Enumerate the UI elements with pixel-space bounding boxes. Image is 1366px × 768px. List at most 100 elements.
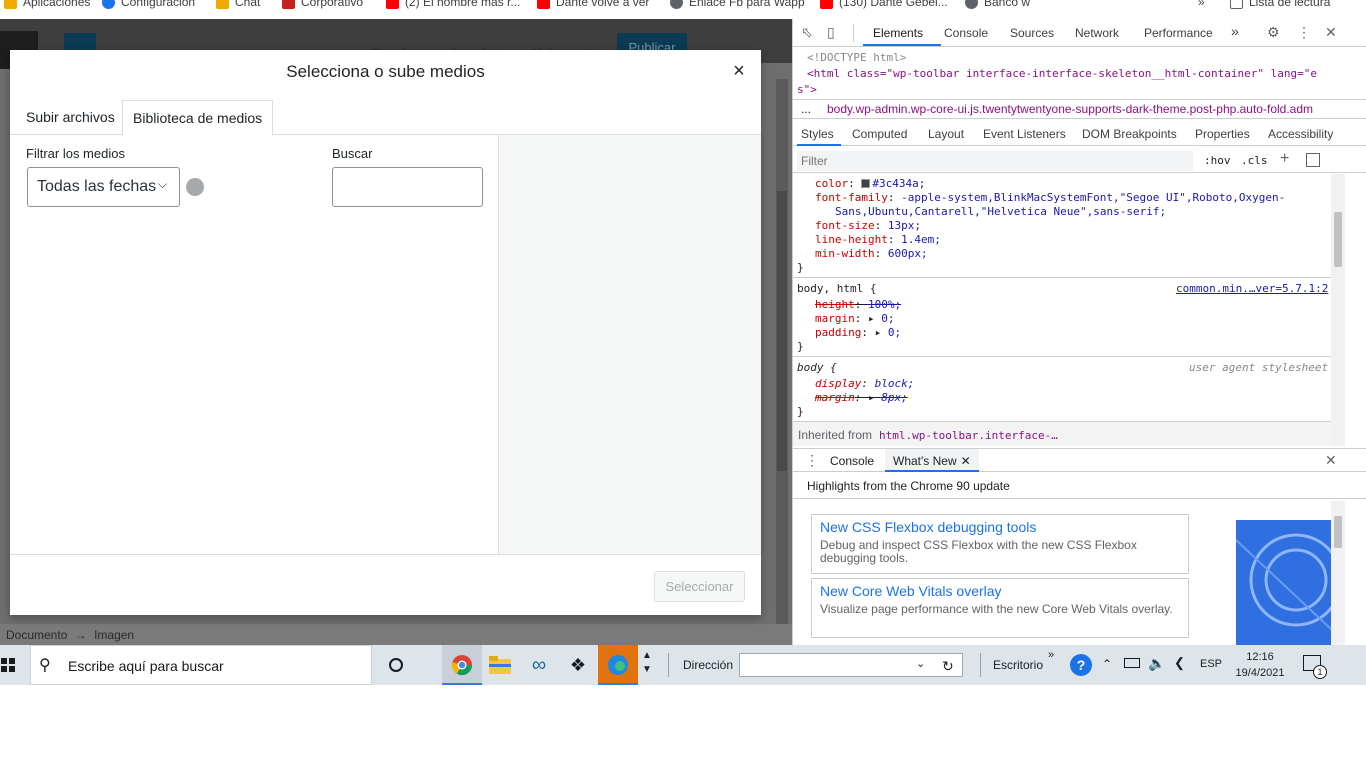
bookmark-banco[interactable]: Banco w xyxy=(965,0,1030,9)
inspect-element-icon[interactable]: ⬁ xyxy=(801,24,813,41)
bookmark-youtube-2[interactable]: Dante volvé a ver xyxy=(537,0,649,9)
drawer-menu-icon[interactable]: ⋮ xyxy=(805,452,819,469)
tab-sources[interactable]: Sources xyxy=(1010,26,1054,40)
css-decl-font-size[interactable]: font-size: 13px; xyxy=(815,219,921,232)
bookmarks-more-button[interactable]: » xyxy=(1198,0,1205,9)
clock[interactable]: 12:16 19/4/2021 xyxy=(1230,649,1290,681)
css-decl-padding[interactable]: padding: ▸ 0; xyxy=(815,326,901,339)
hov-toggle[interactable]: :hov xyxy=(1204,154,1231,167)
css-source-link[interactable]: common.min.…ver=5.7.1:2 xyxy=(1176,282,1328,295)
breadcrumb-body[interactable]: body.wp-admin.wp-core-ui.js.twentytwenty… xyxy=(827,102,1357,116)
css-selector-body-html[interactable]: body, html { xyxy=(797,282,876,295)
modal-title: Selecciona o sube medios xyxy=(286,62,485,81)
css-decl-margin[interactable]: margin: ▸ 0; xyxy=(815,312,895,325)
css-decl-color[interactable]: color: #3c434a; xyxy=(815,177,925,190)
whats-new-header: Highlights from the Chrome 90 update xyxy=(793,473,1366,499)
tab-performance[interactable]: Performance xyxy=(1144,26,1213,40)
chevron-down-icon[interactable]: ⌄ xyxy=(916,657,925,670)
arduino-icon[interactable]: ∞ xyxy=(527,653,551,677)
more-options-icon[interactable]: ⋮ xyxy=(1297,24,1311,41)
css-selector-body[interactable]: body { xyxy=(797,361,837,374)
search-input[interactable] xyxy=(332,167,483,207)
tab-styles[interactable]: Styles xyxy=(801,127,834,141)
gear-icon[interactable]: ⚙ xyxy=(1267,24,1280,41)
taskbar-chrome[interactable] xyxy=(442,645,482,685)
css-decl-min-width[interactable]: min-width: 600px; xyxy=(815,247,928,260)
css-decl-height[interactable]: height: 100%; xyxy=(815,298,901,311)
close-tab-icon[interactable]: ✕ xyxy=(961,454,971,468)
desktop-toolbar-label[interactable]: Escritorio xyxy=(993,658,1043,672)
address-toolbar-input[interactable]: ⌄ xyxy=(739,653,963,677)
css-decl-font-family[interactable]: font-family: -apple-system,BlinkMacSyste… xyxy=(815,191,1285,204)
color-swatch[interactable] xyxy=(861,179,871,188)
styles-filter-input[interactable] xyxy=(797,151,1193,171)
close-icon[interactable]: × xyxy=(728,60,750,82)
loading-spinner-icon xyxy=(186,178,204,196)
file-explorer-icon[interactable] xyxy=(488,653,512,677)
tab-computed[interactable]: Computed xyxy=(852,127,907,141)
chat-icon xyxy=(216,0,229,9)
feature-title[interactable]: New CSS Flexbox debugging tools xyxy=(820,519,1180,535)
feature-card[interactable]: New CSS Flexbox debugging tools Debug an… xyxy=(811,514,1189,574)
wp-scrollbar-thumb[interactable] xyxy=(777,191,787,471)
windows-start-icon[interactable] xyxy=(0,653,20,677)
dropbox-icon[interactable]: ❖ xyxy=(566,653,590,677)
tab-network[interactable]: Network xyxy=(1075,26,1119,40)
bookmark-youtube-3[interactable]: (130) Dante Gebel... xyxy=(820,0,948,9)
show-hidden-icons-icon[interactable]: ⌃ xyxy=(1102,657,1112,671)
new-rule-icon[interactable]: + xyxy=(1280,150,1289,168)
reading-list-button[interactable]: Lista de lectura xyxy=(1230,0,1330,9)
language-indicator[interactable]: ESP xyxy=(1200,658,1222,670)
tab-media-library[interactable]: Biblioteca de medios xyxy=(122,100,274,136)
taskbar-scroll-arrows[interactable]: ▲ ▼ xyxy=(640,649,654,681)
computed-sidebar-toggle-icon[interactable] xyxy=(1306,153,1320,167)
tab-event-listeners[interactable]: Event Listeners xyxy=(983,127,1066,141)
close-drawer-icon[interactable]: ✕ xyxy=(1325,452,1337,469)
bookmark-config[interactable]: Configuración xyxy=(102,0,195,9)
taskbar-search-box[interactable]: ⚲ Escribe aquí para buscar xyxy=(30,645,372,685)
tab-console[interactable]: Console xyxy=(944,26,988,40)
bookmark-apps[interactable]: Aplicaciones xyxy=(4,0,90,9)
css-decl-line-height[interactable]: line-height: 1.4em; xyxy=(815,233,941,246)
feature-card[interactable]: New Core Web Vitals overlay Visualize pa… xyxy=(811,578,1189,638)
tab-upload-files[interactable]: Subir archivos xyxy=(16,100,125,135)
select-button[interactable]: Seleccionar xyxy=(654,571,745,602)
dom-doctype[interactable]: <!DOCTYPE html> xyxy=(807,51,906,64)
tab-dom-breakpoints[interactable]: DOM Breakpoints xyxy=(1082,127,1177,141)
battery-icon[interactable] xyxy=(1124,658,1140,668)
taskbar-edge[interactable] xyxy=(598,645,638,685)
breadcrumb-image[interactable]: Imagen xyxy=(94,628,134,642)
task-view-icon[interactable] xyxy=(384,653,408,677)
filter-label: Filtrar los medios xyxy=(26,146,125,161)
attachment-details-sidebar xyxy=(498,135,761,555)
feature-title[interactable]: New Core Web Vitals overlay xyxy=(820,583,1180,599)
drawer-tab-whats-new[interactable]: What's New ✕ xyxy=(885,449,979,472)
dom-breadcrumb: ... body.wp-admin.wp-core-ui.js.twentytw… xyxy=(793,99,1366,119)
tab-properties[interactable]: Properties xyxy=(1195,127,1250,141)
device-toolbar-icon[interactable]: ▯ xyxy=(827,24,835,41)
styles-scrollbar-thumb[interactable] xyxy=(1334,212,1342,267)
toolbar-overflow-icon[interactable]: » xyxy=(1048,649,1054,661)
tab-accessibility[interactable]: Accessibility xyxy=(1268,127,1333,141)
tab-layout[interactable]: Layout xyxy=(928,127,964,141)
search-icon: ⚲ xyxy=(39,657,51,674)
notification-center-icon[interactable]: 1 xyxy=(1303,655,1327,679)
dom-html-tag[interactable]: <html class="wp-toolbar interface-interf… xyxy=(807,67,1317,80)
drawer-tab-console[interactable]: Console xyxy=(830,454,874,468)
bookmark-youtube-1[interactable]: (2) El hombre más r... xyxy=(386,0,520,9)
volume-icon[interactable]: 🔈 xyxy=(1148,655,1165,672)
inherited-from-link[interactable]: html.wp-toolbar.interface-… xyxy=(879,429,1058,442)
drawer-scrollbar-thumb[interactable] xyxy=(1334,516,1342,548)
close-icon[interactable]: ✕ xyxy=(1325,24,1337,41)
more-tabs-button[interactable]: » xyxy=(1231,23,1239,39)
wifi-icon[interactable]: ❮ xyxy=(1174,655,1185,671)
bookmark-corporativo[interactable]: Corporativo xyxy=(282,0,363,9)
devtools-panel: ⬁ ▯ Elements Console Sources Network Per… xyxy=(792,19,1366,645)
breadcrumb-document[interactable]: Documento xyxy=(6,628,67,642)
cls-toggle[interactable]: .cls xyxy=(1241,154,1268,167)
tab-elements[interactable]: Elements xyxy=(873,26,923,40)
refresh-icon[interactable]: ↻ xyxy=(942,658,954,675)
bookmark-chat[interactable]: Chat xyxy=(216,0,260,9)
bookmark-enlace[interactable]: Enlace Fb para Wapp xyxy=(670,0,805,9)
help-icon[interactable]: ? xyxy=(1070,654,1092,676)
